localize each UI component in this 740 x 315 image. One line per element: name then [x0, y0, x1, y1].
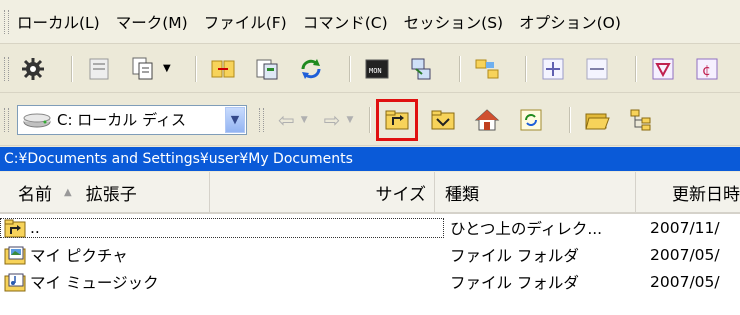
file-name: ..: [30, 218, 40, 237]
directory-tree-icon[interactable]: [625, 104, 657, 136]
forward-arrow-icon[interactable]: ⇨: [324, 108, 341, 132]
column-type-label: 種類: [445, 184, 479, 205]
menu-bar: ローカル(L) マーク(M) ファイル(F) コマンド(C) セッション(S) …: [0, 0, 740, 44]
toolbar-separator: [569, 106, 572, 133]
toolbar-separator: [194, 55, 197, 82]
tree-compare-icon[interactable]: [471, 53, 503, 85]
terminal-icon[interactable]: MON: [361, 53, 393, 85]
file-row-parent[interactable]: .. ひとつ上のディレク... 2007/11/: [0, 214, 740, 241]
parent-directory-icon[interactable]: [376, 98, 419, 141]
folder-up-icon: [4, 219, 26, 237]
filter-icon[interactable]: [647, 53, 679, 85]
column-size[interactable]: サイズ: [210, 172, 435, 212]
file-date: 2007/11/: [650, 218, 720, 237]
refresh-directory-icon[interactable]: [515, 104, 547, 136]
file-name-cell: マイ ミュージック: [0, 271, 444, 293]
toolbar-separator: [634, 55, 637, 82]
copy-document-icon[interactable]: [127, 53, 159, 85]
menu-local[interactable]: ローカル(L): [17, 11, 100, 33]
toolbar-grip[interactable]: [259, 107, 264, 132]
menu-command[interactable]: コマンド(C): [303, 11, 388, 33]
clear-filter-icon[interactable]: [735, 53, 740, 85]
toolbar-grip[interactable]: [4, 56, 9, 81]
dropdown-arrow-icon[interactable]: ▼: [163, 63, 171, 74]
drive-label: C: ローカル ディス: [57, 111, 187, 129]
column-ext-label: 拡張子: [85, 184, 137, 205]
select-minus-icon[interactable]: [581, 53, 613, 85]
file-type: ひとつ上のディレク...: [450, 219, 603, 238]
menu-grip[interactable]: [4, 9, 9, 34]
menu-file[interactable]: ファイル(F): [204, 11, 287, 33]
toggle-filter-icon[interactable]: ¢: [691, 53, 723, 85]
file-name-cell: ..: [0, 217, 444, 238]
file-row[interactable]: マイ ピクチャ ファイル フォルダ 2007/05/: [0, 241, 740, 268]
toolbar-separator: [71, 55, 73, 82]
column-date-label: 更新日時: [672, 184, 740, 205]
column-date[interactable]: 更新日時: [636, 172, 740, 212]
menu-session[interactable]: セッション(S): [404, 11, 503, 33]
file-name: マイ ミュージック: [30, 273, 159, 292]
sort-ascending-icon: ▲: [64, 186, 72, 198]
current-path: C:¥Documents and Settings¥user¥My Docume…: [0, 147, 740, 171]
svg-text:MON: MON: [369, 67, 382, 75]
sync-folders-icon[interactable]: [207, 53, 239, 85]
forward-dropdown-icon[interactable]: ▼: [346, 115, 353, 125]
compare-files-icon[interactable]: [251, 53, 283, 85]
menu-options[interactable]: オプション(O): [519, 11, 621, 33]
file-type: ファイル フォルダ: [450, 246, 579, 265]
column-name[interactable]: 名前 ▲ 拡張子: [0, 172, 210, 212]
main-toolbar: ▼ MON ¢: [0, 45, 740, 93]
file-list: .. ひとつ上のディレク... 2007/11/ マイ ピクチャ ファイル フォ…: [0, 214, 740, 315]
drive-icon: [23, 112, 51, 128]
root-directory-icon[interactable]: [427, 104, 459, 136]
open-folder-icon[interactable]: [581, 104, 613, 136]
toolbar-grip[interactable]: [4, 107, 9, 132]
pictures-folder-icon: [4, 246, 26, 264]
file-date: 2007/05/: [650, 272, 720, 291]
file-list-header: 名前 ▲ 拡張子 サイズ 種類 更新日時: [0, 172, 740, 214]
properties-icon[interactable]: [83, 53, 115, 85]
menu-mark[interactable]: マーク(M): [116, 11, 188, 33]
file-type: ファイル フォルダ: [450, 273, 579, 292]
file-name: マイ ピクチャ: [30, 246, 128, 265]
toolbar-separator: [524, 55, 527, 82]
file-row[interactable]: マイ ミュージック ファイル フォルダ 2007/05/: [0, 268, 740, 295]
file-name-cell: マイ ピクチャ: [0, 244, 444, 266]
refresh-icon[interactable]: [295, 53, 327, 85]
navigation-toolbar: C: ローカル ディス ▼ ⇦ ▼ ⇨ ▼: [0, 94, 740, 146]
back-dropdown-icon[interactable]: ▼: [301, 115, 308, 125]
svg-text:¢: ¢: [702, 63, 711, 79]
home-directory-icon[interactable]: [471, 104, 503, 136]
network-icon[interactable]: [405, 53, 437, 85]
toolbar-separator: [348, 55, 351, 82]
column-name-label: 名前: [18, 184, 52, 205]
select-plus-icon[interactable]: [537, 53, 569, 85]
back-arrow-icon[interactable]: ⇦: [278, 108, 295, 132]
settings-gear-icon[interactable]: [17, 53, 49, 85]
column-type[interactable]: 種類: [435, 172, 636, 212]
toolbar-separator: [369, 106, 372, 133]
column-size-label: サイズ: [375, 184, 427, 205]
toolbar-separator: [458, 55, 461, 82]
file-date: 2007/05/: [650, 245, 720, 264]
drive-select[interactable]: C: ローカル ディス ▼: [17, 104, 247, 135]
chevron-down-icon[interactable]: ▼: [225, 106, 245, 133]
music-folder-icon: [4, 273, 26, 291]
